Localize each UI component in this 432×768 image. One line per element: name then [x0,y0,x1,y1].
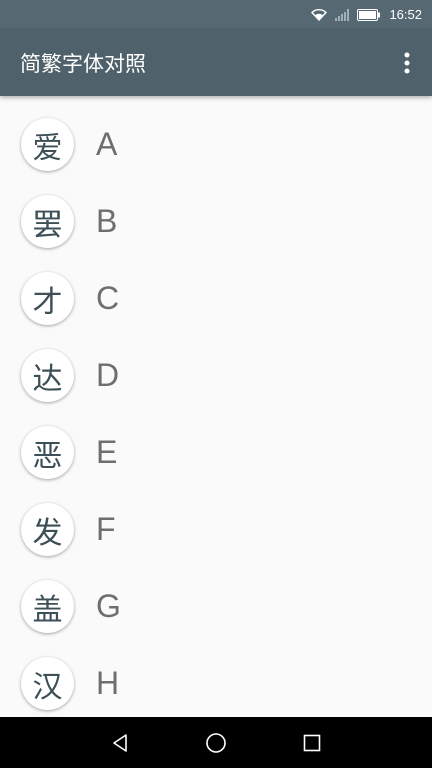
index-letter: B [96,203,118,239]
letter-list: 爱 A 罢 B 才 C 达 D 恶 E 发 F 盖 G 汉 H [0,96,432,717]
status-time: 16:52 [389,7,422,22]
list-item[interactable]: 达 D [0,337,432,414]
list-item[interactable]: 盖 G [0,568,432,645]
list-item[interactable]: 恶 E [0,414,432,491]
navigation-bar [0,717,432,768]
index-letter: F [96,511,116,547]
list-item[interactable]: 汉 H [0,645,432,717]
list-item[interactable]: 才 C [0,260,432,337]
list-item[interactable]: 罢 B [0,183,432,260]
overflow-menu-button[interactable] [396,45,418,81]
character-avatar: 达 [21,349,74,402]
index-letter: A [96,126,118,162]
status-bar: 16:52 [0,0,432,29]
character-avatar: 盖 [21,580,74,633]
home-button[interactable] [186,717,246,768]
battery-icon [357,8,381,21]
recents-icon [303,734,321,751]
app-title: 简繁字体对照 [20,51,146,76]
signal-icon [335,8,350,21]
home-icon [206,732,226,753]
character-avatar: 爱 [21,118,74,171]
character-avatar: 罢 [21,195,74,248]
character-avatar: 发 [21,503,74,556]
index-letter: D [96,357,120,393]
app-bar: 简繁字体对照 [0,29,432,96]
character-avatar: 才 [21,272,74,325]
list-item[interactable]: 爱 A [0,106,432,183]
more-vert-icon [404,52,410,73]
wifi-icon [311,8,328,21]
character-avatar: 恶 [21,426,74,479]
back-button[interactable] [90,717,150,768]
index-letter: G [96,588,121,624]
recents-button[interactable] [282,717,342,768]
back-icon [113,733,127,752]
index-letter: E [96,434,118,470]
character-avatar: 汉 [21,657,74,710]
index-letter: C [96,280,120,316]
list-item[interactable]: 发 F [0,491,432,568]
index-letter: H [96,665,120,701]
